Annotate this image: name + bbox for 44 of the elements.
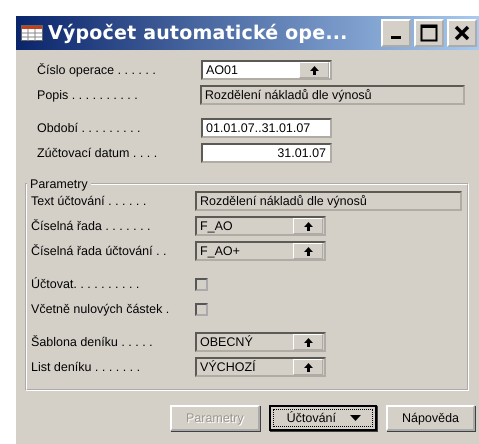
lookup-button[interactable] — [299, 62, 329, 78]
input-field[interactable]: Rozdělení nákladů dle výnosů — [200, 85, 465, 105]
lookup-field[interactable]: AO01 — [201, 60, 332, 80]
dropdown-arrow-icon — [350, 414, 361, 422]
input-field[interactable]: 01.01.07..31.01.07 — [201, 118, 332, 138]
lookup-button[interactable] — [293, 359, 323, 375]
minimize-icon — [391, 36, 401, 38]
up-arrow-icon — [304, 246, 312, 256]
lookup-field[interactable]: OBECNÝ — [195, 332, 326, 352]
field-label: List deníku . . . . . . . — [31, 360, 142, 374]
field-label: Číselná řada účtování . . — [31, 244, 168, 258]
minimize-button[interactable] — [381, 19, 411, 47]
lookup-button[interactable] — [293, 243, 323, 259]
up-arrow-icon — [310, 66, 318, 74]
field-label: Popis . . . . . . . . . . — [37, 88, 139, 102]
field-label: Období . . . . . . . . . — [37, 121, 142, 135]
table-icon — [21, 25, 43, 41]
field-label: Zúčtovací datum . . . . — [37, 146, 158, 160]
field-label: Text účtování . . . . . . — [31, 194, 148, 208]
group-title: Parametry — [29, 177, 89, 191]
up-arrow-icon — [304, 338, 312, 346]
close-button[interactable] — [447, 19, 477, 47]
maximize-icon — [420, 24, 438, 42]
close-icon — [454, 25, 470, 41]
up-arrow-icon — [304, 222, 312, 230]
dialog-button[interactable]: Účtování — [268, 405, 377, 431]
field-label: Včetně nulových částek . — [31, 302, 170, 316]
dialog-button[interactable]: Nápověda — [386, 405, 475, 431]
input-field[interactable]: 31.01.07 — [201, 143, 332, 163]
input-field[interactable]: Rozdělení nákladů dle výnosů — [195, 191, 462, 211]
lookup-field[interactable]: F_AO — [195, 216, 326, 236]
up-arrow-icon — [304, 362, 312, 372]
field-label: Účtovat. . . . . . . . . . — [31, 277, 140, 291]
lookup-button[interactable] — [293, 218, 323, 234]
checkbox[interactable] — [195, 302, 208, 316]
field-label: Šablona deníku . . . . . — [31, 335, 154, 349]
lookup-button[interactable] — [293, 334, 323, 350]
maximize-button[interactable] — [414, 19, 444, 47]
window-title: Výpočet automatické ope... — [48, 22, 349, 44]
field-label: Číselná řada . . . . . . . — [31, 219, 152, 233]
lookup-field[interactable]: VÝCHOZÍ — [195, 357, 326, 377]
field-label: Číslo operace . . . . . . — [37, 63, 157, 77]
checkbox[interactable] — [195, 278, 208, 290]
lookup-field[interactable]: F_AO+ — [195, 241, 326, 261]
